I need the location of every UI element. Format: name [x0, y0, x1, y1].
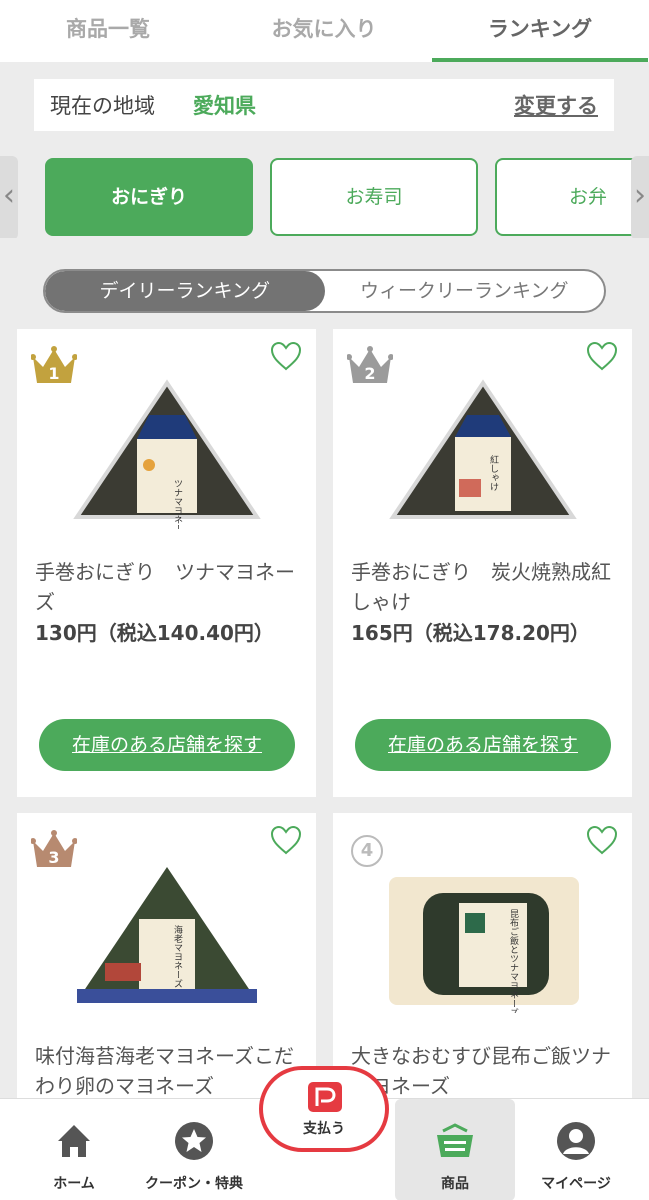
- ranking-period-toggle: デイリーランキング ウィークリーランキング: [43, 269, 606, 313]
- tab-product-list[interactable]: 商品一覧: [0, 0, 216, 62]
- pay-label: 支払う: [303, 1121, 345, 1137]
- nav-mypage[interactable]: マイページ: [516, 1099, 636, 1200]
- nav-products-label: 商品: [441, 1176, 469, 1192]
- region-bar: 現在の地域 愛知県 変更する: [34, 79, 614, 131]
- carousel-next-arrow-icon[interactable]: ›: [631, 156, 649, 238]
- product-card[interactable]: 1 ツナマヨネーズ 手巻おにぎり ツナマヨネーズ 130円（税込140.40円）…: [17, 329, 316, 797]
- region-value: 愛知県: [193, 94, 256, 118]
- star-icon: [175, 1122, 213, 1160]
- product-price: 130円（税込140.40円）: [35, 621, 274, 645]
- nav-coupon-label: クーポン・特典: [145, 1176, 243, 1192]
- category-bento-label: お弁: [569, 186, 608, 208]
- nav-home-label: ホーム: [53, 1176, 95, 1192]
- product-card[interactable]: 2 紅しゃけ 手巻おにぎり 炭火焼熟成紅しゃけ 165円（税込178.20円） …: [333, 329, 632, 797]
- find-stock-store-button[interactable]: 在庫のある店舗を探す: [355, 719, 611, 771]
- favorite-heart-icon[interactable]: [586, 825, 618, 855]
- pay-button[interactable]: 支払う: [259, 1066, 389, 1152]
- product-name[interactable]: 手巻おにぎり ツナマヨネーズ: [35, 557, 305, 617]
- user-icon: [557, 1122, 595, 1160]
- weekly-ranking-option[interactable]: ウィークリーランキング: [325, 271, 605, 311]
- package-label: 昆布ご飯とツナマヨネーズ: [508, 909, 519, 1013]
- product-name[interactable]: 大きなおむすび昆布ご飯ツナマヨネーズ: [351, 1041, 621, 1101]
- change-region-link[interactable]: 変更する: [514, 90, 598, 120]
- paypay-logo-icon: [308, 1082, 342, 1112]
- home-icon: [58, 1125, 90, 1157]
- category-onigiri[interactable]: おにぎり: [45, 158, 253, 236]
- tab-favorites[interactable]: お気に入り: [216, 0, 432, 62]
- nav-home[interactable]: ホーム: [14, 1099, 134, 1200]
- top-tab-bar: 商品一覧 お気に入り ランキング: [0, 0, 649, 62]
- package-label: ツナマヨネーズ: [172, 479, 183, 529]
- favorite-heart-icon[interactable]: [270, 825, 302, 855]
- category-carousel: おにぎり お寿司 お弁 ‹ ›: [0, 156, 649, 238]
- tab-ranking[interactable]: ランキング: [432, 0, 648, 62]
- daily-ranking-option[interactable]: デイリーランキング: [45, 271, 325, 311]
- find-stock-store-button[interactable]: 在庫のある店舗を探す: [39, 719, 295, 771]
- category-bento[interactable]: お弁: [495, 158, 649, 236]
- product-price: 165円（税込178.20円）: [351, 621, 590, 645]
- onigiri-image: 海老マヨネーズ: [77, 867, 257, 1003]
- package-label: 紅しゃけ: [488, 455, 499, 491]
- favorite-heart-icon[interactable]: [586, 341, 618, 371]
- nav-coupon[interactable]: クーポン・特典: [134, 1099, 254, 1200]
- package-label: 海老マヨネーズ: [172, 924, 183, 988]
- onigiri-image: 昆布ご飯とツナマヨネーズ: [389, 877, 579, 1013]
- nav-mypage-label: マイページ: [541, 1176, 611, 1192]
- nav-products[interactable]: 商品: [395, 1099, 515, 1200]
- category-sushi[interactable]: お寿司: [270, 158, 478, 236]
- basket-icon: [437, 1123, 473, 1157]
- onigiri-image: ツナマヨネーズ: [73, 379, 261, 529]
- carousel-prev-arrow-icon[interactable]: ‹: [0, 156, 18, 238]
- favorite-heart-icon[interactable]: [270, 341, 302, 371]
- product-name[interactable]: 手巻おにぎり 炭火焼熟成紅しゃけ: [351, 557, 621, 617]
- onigiri-image: 紅しゃけ: [389, 379, 577, 519]
- region-label: 現在の地域: [50, 94, 155, 118]
